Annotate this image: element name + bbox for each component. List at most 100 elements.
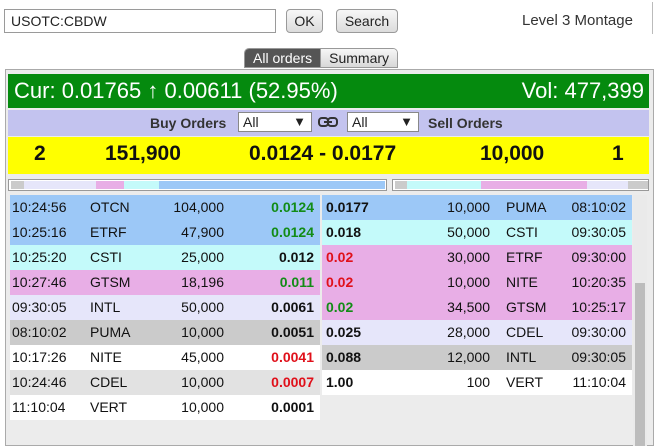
buy-order-row[interactable]: 10:25:20 CSTI 25,000 0.012 xyxy=(10,245,320,270)
view-tabs: All orders Summary xyxy=(244,48,399,68)
order-size: 45,000 xyxy=(181,349,224,365)
sell-order-row[interactable]: 0.02 10,000 NITE 10:20:35 xyxy=(322,270,632,295)
order-price: 0.0007 xyxy=(271,374,314,390)
order-size: 12,000 xyxy=(447,349,490,365)
order-size: 34,500 xyxy=(447,299,490,315)
sell-select-value: All xyxy=(352,114,368,130)
sell-order-row[interactable]: 0.018 50,000 CSTI 09:30:05 xyxy=(322,220,632,245)
order-price: 0.02 xyxy=(326,274,354,290)
order-price: 0.0041 xyxy=(271,349,314,365)
buy-order-row[interactable]: 08:10:02 PUMA 10,000 0.0051 xyxy=(10,320,320,345)
window-edge xyxy=(652,2,653,34)
buy-order-row[interactable]: 10:24:46 CDEL 10,000 0.0007 xyxy=(10,370,320,395)
percent-change: (52.95%) xyxy=(248,78,338,103)
order-price: 1.00 xyxy=(326,374,354,390)
order-time: 08:10:02 xyxy=(12,324,67,340)
buy-order-row[interactable]: 10:17:26 NITE 45,000 0.0041 xyxy=(10,345,320,370)
vertical-scrollbar[interactable] xyxy=(633,195,647,446)
market-maker: ETRF xyxy=(90,224,127,240)
order-price: 0.0124 xyxy=(271,224,314,240)
buy-depth-scrollbar[interactable] xyxy=(8,179,387,191)
buy-orders-select[interactable]: All ▼ xyxy=(238,112,312,132)
volume: Vol: 477,399 xyxy=(522,78,644,104)
sell-order-row[interactable]: 0.088 12,000 INTL 09:30:05 xyxy=(322,345,632,370)
buy-order-row[interactable]: 10:24:56 OTCN 104,000 0.0124 xyxy=(10,195,320,220)
order-price: 0.018 xyxy=(326,224,362,240)
order-price: 0.0051 xyxy=(271,324,314,340)
order-price: 0.02 xyxy=(326,299,354,315)
order-time: 10:25:16 xyxy=(12,224,67,240)
sell-count: 1 xyxy=(612,142,624,165)
order-time: 09:30:00 xyxy=(571,249,627,265)
sell-depth-scrollbar[interactable] xyxy=(392,179,649,191)
up-arrow-icon: ↑ xyxy=(147,78,159,103)
link-icon[interactable] xyxy=(318,114,338,133)
market-maker: CDEL xyxy=(506,324,544,340)
vol-label: Vol: xyxy=(521,78,559,103)
market-maker: INTL xyxy=(506,349,537,365)
order-time: 09:30:00 xyxy=(571,324,627,340)
order-size: 30,000 xyxy=(447,249,490,265)
order-price: 0.0177 xyxy=(326,199,369,215)
order-time: 10:17:26 xyxy=(12,349,67,365)
sell-orders-select[interactable]: All ▼ xyxy=(347,112,419,132)
order-time: 09:30:05 xyxy=(571,224,627,240)
order-size: 50,000 xyxy=(181,299,224,315)
market-maker: INTL xyxy=(90,299,121,315)
quote-bar: Cur: 0.01765 ↑ 0.00611 (52.95%) Vol: 477… xyxy=(8,74,649,108)
sell-order-row[interactable]: 1.00 100 VERT 11:10:04 xyxy=(322,370,632,395)
buy-order-row[interactable]: 10:27:46 GTSM 18,196 0.011 xyxy=(10,270,320,295)
market-maker: GTSM xyxy=(506,299,547,315)
order-size: 10,000 xyxy=(181,399,224,415)
order-price: 0.02 xyxy=(326,249,354,265)
order-size: 100 xyxy=(466,374,490,390)
sell-orders-table: 0.0177 10,000 PUMA 08:10:02 0.018 50,000 CSTI 0… xyxy=(322,195,632,395)
sell-order-row[interactable]: 0.0177 10,000 PUMA 08:10:02 xyxy=(322,195,632,220)
order-size: 10,000 xyxy=(181,374,224,390)
sell-orders-label: Sell Orders xyxy=(428,115,503,131)
buy-orders-label: Buy Orders xyxy=(150,115,227,131)
buy-size-total: 151,900 xyxy=(105,142,181,165)
search-button[interactable]: Search xyxy=(336,9,398,33)
market-maker: NITE xyxy=(90,349,122,365)
market-maker: PUMA xyxy=(506,199,547,215)
market-maker: CDEL xyxy=(90,374,128,390)
order-price: 0.012 xyxy=(278,249,314,265)
symbol-input[interactable] xyxy=(4,9,276,33)
market-maker: VERT xyxy=(506,374,544,390)
buy-order-row[interactable]: 10:25:16 ETRF 47,900 0.0124 xyxy=(10,220,320,245)
order-size: 28,000 xyxy=(447,324,490,340)
order-time: 11:10:04 xyxy=(12,399,66,415)
order-time: 10:25:20 xyxy=(12,249,67,265)
sell-order-row[interactable]: 0.02 30,000 ETRF 09:30:00 xyxy=(322,245,632,270)
price-change: 0.00611 xyxy=(164,78,243,103)
order-time: 10:27:46 xyxy=(12,274,67,290)
order-time: 09:30:05 xyxy=(12,299,67,315)
sell-order-row[interactable]: 0.025 28,000 CDEL 09:30:00 xyxy=(322,320,632,345)
tab-summary[interactable]: Summary xyxy=(320,49,398,67)
sell-order-row[interactable]: 0.02 34,500 GTSM 10:25:17 xyxy=(322,295,632,320)
ok-button[interactable]: OK xyxy=(286,9,323,33)
buy-count: 2 xyxy=(34,142,46,165)
market-maker: NITE xyxy=(506,274,538,290)
order-price: 0.088 xyxy=(326,349,362,365)
current-price: Cur: 0.01765 ↑ 0.00611 (52.95%) xyxy=(14,78,338,104)
volume-value: 477,399 xyxy=(564,78,644,103)
order-time: 10:24:56 xyxy=(12,199,67,215)
tab-all-orders[interactable]: All orders xyxy=(245,49,321,67)
order-size: 10,000 xyxy=(447,199,490,215)
market-maker: OTCN xyxy=(90,199,130,215)
last-price: 0.01765 xyxy=(61,78,142,103)
sell-size-total: 10,000 xyxy=(480,142,545,165)
buy-order-row[interactable]: 09:30:05 INTL 50,000 0.0061 xyxy=(10,295,320,320)
order-size: 18,196 xyxy=(181,274,224,290)
order-size: 10,000 xyxy=(181,324,224,340)
order-price: 0.0061 xyxy=(271,299,314,315)
order-time: 10:24:46 xyxy=(12,374,67,390)
market-maker: VERT xyxy=(90,399,128,415)
buy-order-row[interactable]: 11:10:04 VERT 10,000 0.0001 xyxy=(10,395,320,420)
order-price: 0.0124 xyxy=(271,199,314,215)
order-time: 09:30:05 xyxy=(571,349,627,365)
scrollbar-thumb[interactable] xyxy=(635,283,645,446)
order-time: 10:25:17 xyxy=(571,299,627,315)
